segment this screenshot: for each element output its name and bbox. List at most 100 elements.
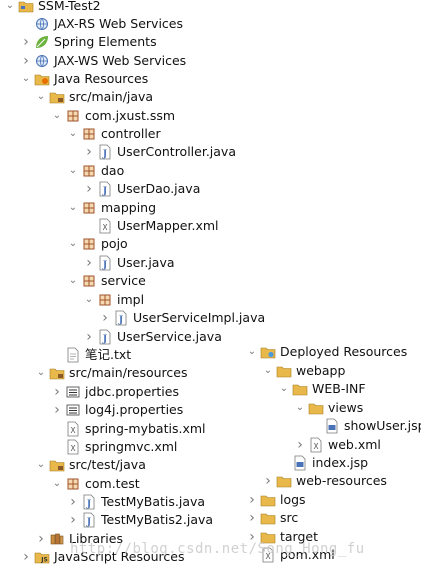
chevron-right-icon[interactable]: › <box>83 328 95 346</box>
tree-item-target[interactable]: › target <box>246 528 318 546</box>
tree-item-controller[interactable]: ⌄ controller <box>67 125 161 143</box>
chevron-down-icon[interactable]: ⌄ <box>67 162 79 180</box>
tree-item-jax-rs-web-services[interactable]: JAX-RS Web Services <box>20 15 183 33</box>
package-icon <box>81 163 97 179</box>
chevron-right-icon[interactable]: › <box>35 530 47 548</box>
jsp-file-icon <box>292 455 308 471</box>
chevron-right-icon[interactable]: › <box>20 548 32 566</box>
tree-item-label: src/main/java <box>69 89 154 104</box>
package-icon <box>81 273 97 289</box>
tree-item-jdbc-properties[interactable]: › jdbc.properties <box>51 383 179 401</box>
chevron-right-icon[interactable]: › <box>20 52 32 70</box>
properties-file-icon <box>65 384 81 400</box>
tree-item-usercontroller-java[interactable]: › J UserController.java <box>83 143 236 161</box>
tree-item-mapping[interactable]: ⌄ mapping <box>67 199 156 217</box>
web-services-icon <box>34 16 50 32</box>
tree-item-userservice-java[interactable]: › J UserService.java <box>83 328 222 346</box>
chevron-right-icon[interactable]: › <box>83 254 95 272</box>
chevron-down-icon[interactable]: ⌄ <box>67 272 79 290</box>
chevron-down-icon[interactable]: ⌄ <box>51 107 63 125</box>
tree-item-deployed-resources[interactable]: ⌄ Deployed Resources <box>246 343 407 361</box>
tree-item-pom-xml[interactable]: Xpom.xml <box>246 546 335 564</box>
tree-item-label: Spring Elements <box>54 34 157 49</box>
chevron-down-icon[interactable]: ⌄ <box>262 362 274 380</box>
chevron-down-icon[interactable]: ⌄ <box>4 0 16 15</box>
deployed-resources-icon <box>260 344 276 360</box>
tree-item-src-main-resources[interactable]: ⌄ src/main/resources <box>35 364 188 382</box>
java-file-icon: J <box>97 329 113 345</box>
chevron-down-icon[interactable]: ⌄ <box>67 199 79 217</box>
svg-text:JS: JS <box>40 557 48 564</box>
tree-item-spring-mybatis-xml[interactable]: Xspring-mybatis.xml <box>51 420 206 438</box>
chevron-right-icon[interactable]: › <box>246 491 258 509</box>
svg-text:J: J <box>102 187 107 197</box>
chevron-right-icon[interactable]: › <box>51 401 63 419</box>
tree-item-label: User.java <box>117 255 175 270</box>
chevron-right-icon[interactable]: › <box>83 143 95 161</box>
tree-item-views[interactable]: ⌄ views <box>294 399 364 417</box>
tree-item-label: JavaScript Resources <box>54 549 185 564</box>
chevron-down-icon[interactable]: ⌄ <box>83 291 95 309</box>
chevron-down-icon[interactable]: ⌄ <box>67 235 79 253</box>
chevron-down-icon[interactable]: ⌄ <box>67 125 79 143</box>
java-file-icon: J <box>113 310 129 326</box>
tree-item-userdao-java[interactable]: › J UserDao.java <box>83 180 200 198</box>
tree-item-user-java[interactable]: › J User.java <box>83 254 175 272</box>
tree-item-label: JAX-WS Web Services <box>54 53 187 68</box>
chevron-down-icon[interactable]: ⌄ <box>294 399 306 417</box>
chevron-down-icon[interactable]: ⌄ <box>20 70 32 88</box>
chevron-down-icon[interactable]: ⌄ <box>51 475 63 493</box>
tree-item-label: src/main/resources <box>69 365 188 380</box>
chevron-right-icon[interactable]: › <box>294 436 306 454</box>
tree-item-label: mapping <box>101 200 157 215</box>
tree-item-webapp[interactable]: ⌄ webapp <box>262 362 346 380</box>
tree-item-src[interactable]: › src <box>246 509 298 527</box>
chevron-right-icon[interactable]: › <box>262 472 274 490</box>
tree-item-java-resources[interactable]: ⌄ Java Resources <box>20 70 148 88</box>
tree-item-dao[interactable]: ⌄ dao <box>67 162 124 180</box>
tree-item-web-xml[interactable]: › Xweb.xml <box>294 436 381 454</box>
chevron-right-icon[interactable]: › <box>246 509 258 527</box>
tree-item-userserviceimpl-java[interactable]: › J UserServiceImpl.java <box>99 309 265 327</box>
tree-item-com-test[interactable]: ⌄ com.test <box>51 475 140 493</box>
chevron-right-icon[interactable]: › <box>51 383 63 401</box>
chevron-down-icon[interactable]: ⌄ <box>35 364 47 382</box>
tree-item-web-resources[interactable]: › web-resources <box>262 472 387 490</box>
chevron-right-icon[interactable]: › <box>20 33 32 51</box>
chevron-down-icon[interactable]: ⌄ <box>246 343 258 361</box>
tree-item-testmybatis2-java[interactable]: › J TestMyBatis2.java <box>67 511 213 529</box>
tree-item-usermapper-xml[interactable]: X UserMapper.xml <box>83 217 219 235</box>
chevron-down-icon[interactable]: ⌄ <box>35 88 47 106</box>
tree-item-src-main-java[interactable]: ⌄ src/main/java <box>35 88 153 106</box>
tree-item-ssm-test2[interactable]: ⌄ SSM-Test2 <box>4 0 101 15</box>
svg-text:J: J <box>86 518 91 528</box>
folder-icon <box>308 400 324 416</box>
chevron-down-icon[interactable]: ⌄ <box>278 380 290 398</box>
tree-item-src-test-java[interactable]: ⌄ src/test/java <box>35 456 146 474</box>
tree-item-javascript-resources[interactable]: › JS JavaScript Resources <box>20 548 184 566</box>
tree-item-logs[interactable]: › logs <box>246 491 305 509</box>
java-file-icon: J <box>97 181 113 197</box>
tree-item-index-jsp[interactable]: index.jsp <box>278 454 368 472</box>
folder-icon <box>292 381 308 397</box>
tree-item-jax-ws-web-services[interactable]: › JAX-WS Web Services <box>20 52 186 70</box>
tree-item-showuser-jsp[interactable]: showUser.jsp <box>310 417 421 435</box>
chevron-right-icon[interactable]: › <box>99 309 111 327</box>
tree-item-spring-elements[interactable]: › Spring Elements <box>20 33 157 51</box>
tree-item-web-inf[interactable]: ⌄ WEB-INF <box>278 380 366 398</box>
chevron-right-icon[interactable]: › <box>67 511 79 529</box>
tree-item-log4j-properties[interactable]: › log4j.properties <box>51 401 183 419</box>
tree-item-libraries[interactable]: › Libraries <box>35 530 123 548</box>
tree-item-txt[interactable]: 笔记.txt <box>51 346 131 364</box>
chevron-right-icon[interactable]: › <box>246 528 258 546</box>
chevron-down-icon[interactable]: ⌄ <box>35 456 47 474</box>
tree-item-testmybatis-java[interactable]: › J TestMyBatis.java <box>67 493 205 511</box>
tree-item-com-jxust-ssm[interactable]: ⌄ com.jxust.ssm <box>51 107 175 125</box>
tree-item-impl[interactable]: ⌄ impl <box>83 291 144 309</box>
tree-item-pojo[interactable]: ⌄ pojo <box>67 235 128 253</box>
tree-item-springmvc-xml[interactable]: Xspringmvc.xml <box>51 438 177 456</box>
chevron-right-icon[interactable]: › <box>67 493 79 511</box>
chevron-right-icon[interactable]: › <box>83 180 95 198</box>
tree-item-service[interactable]: ⌄ service <box>67 272 146 290</box>
